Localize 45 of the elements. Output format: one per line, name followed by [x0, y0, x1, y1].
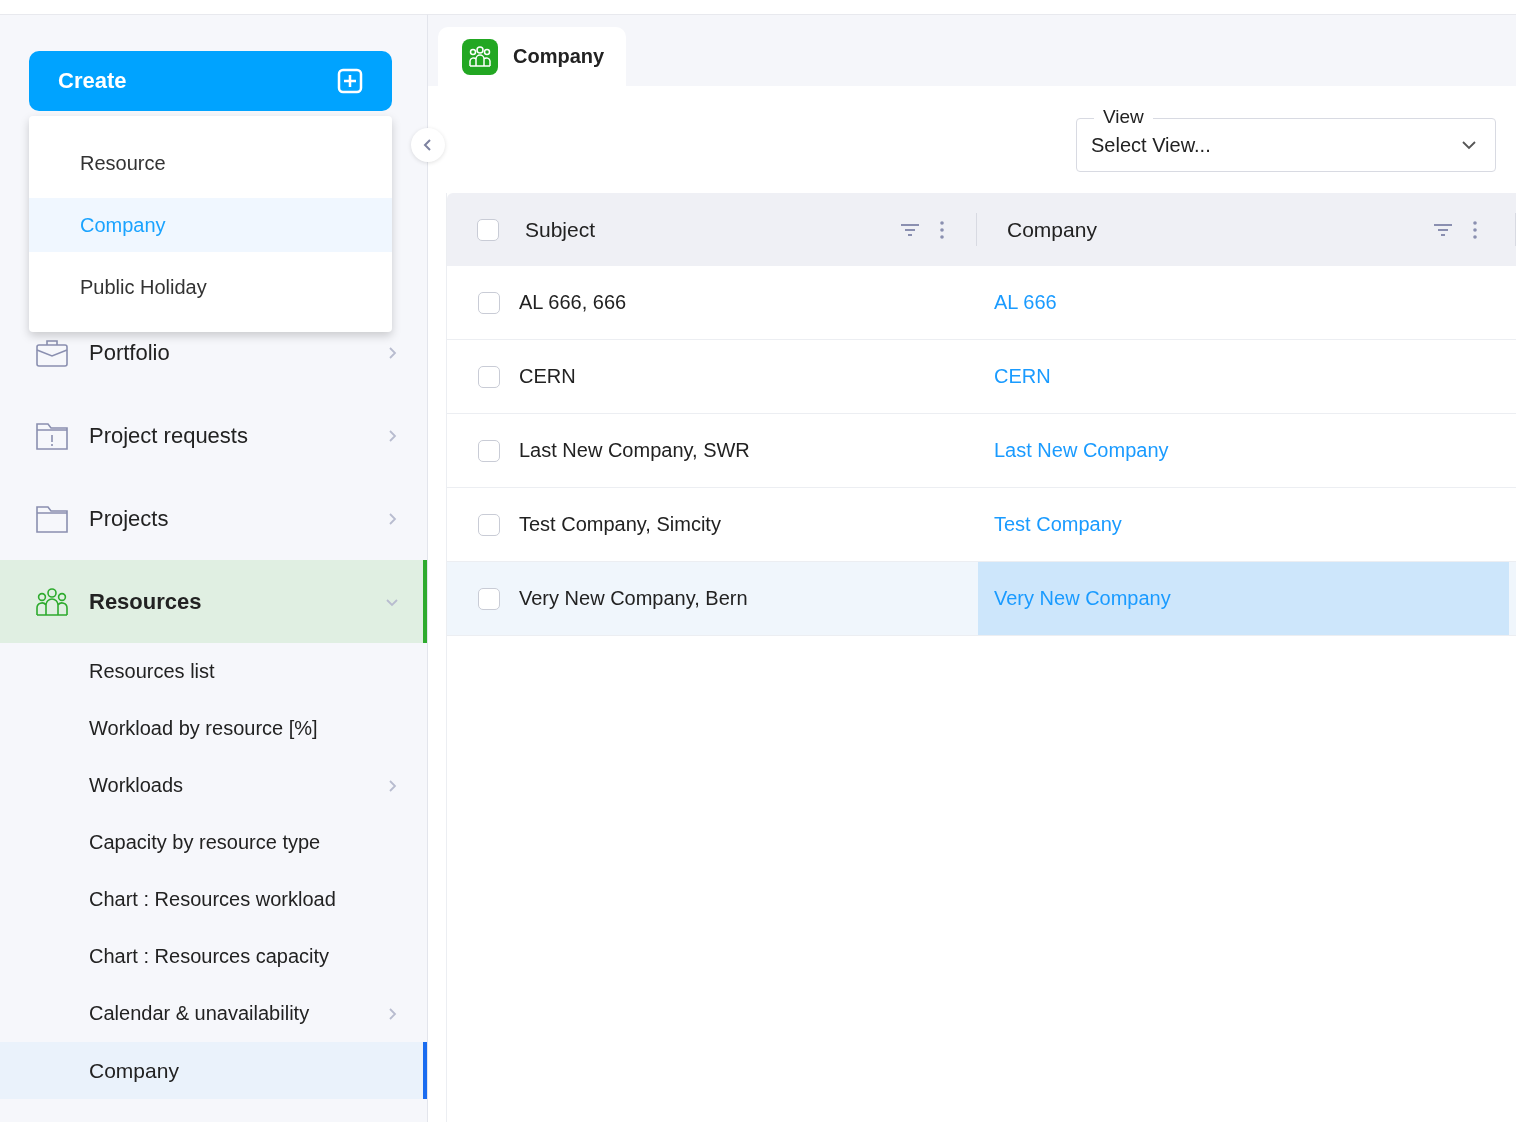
more-icon[interactable] [1473, 220, 1477, 239]
filter-icon[interactable] [900, 222, 920, 237]
nav-item[interactable]: Projects [0, 477, 427, 560]
menu-item[interactable]: Resource [29, 136, 392, 190]
nav-item[interactable]: Portfolio [0, 311, 427, 394]
tab[interactable]: Company [438, 27, 626, 86]
table-cell: CERN [519, 365, 576, 388]
folder-alert-icon [36, 421, 68, 450]
table-row[interactable]: Very New Company, Bern Very New Company [447, 562, 1516, 636]
table-cell: AL 666, 666 [519, 291, 627, 314]
table-cell: Very New Company, Bern [519, 587, 748, 610]
more-icon[interactable] [940, 220, 944, 239]
table-cell: Test Company, Simcity [519, 513, 721, 536]
table-row[interactable]: CERN CERN [447, 340, 1516, 414]
submenu-item[interactable]: Company [0, 1042, 427, 1099]
people-icon [462, 38, 498, 75]
briefcase-icon [36, 338, 68, 367]
menu-item[interactable]: Public Holiday [29, 260, 392, 314]
nav-item[interactable]: Resources [0, 560, 427, 643]
submenu-item[interactable]: Resources list [0, 643, 427, 700]
checkbox[interactable] [477, 218, 499, 241]
chevron-down-icon [1461, 140, 1477, 150]
collapse-button[interactable] [411, 128, 445, 162]
table-row[interactable]: Last New Company, SWR Last New Company [447, 414, 1516, 488]
checkbox[interactable] [478, 439, 500, 462]
submenu-item[interactable]: Calendar & unavailability [0, 985, 427, 1042]
submenu-item[interactable]: Workload by resource [%] [0, 700, 427, 757]
people-icon [36, 587, 68, 616]
plus-icon [337, 68, 363, 94]
submenu-item[interactable]: Capacity by resource type [0, 814, 427, 871]
table-row[interactable]: AL 666, 666 AL 666 [447, 266, 1516, 340]
column-header[interactable]: Company [1007, 217, 1433, 242]
submenu-item[interactable]: Chart : Resources workload [0, 871, 427, 928]
chevron-left-icon [422, 138, 434, 152]
filter-icon[interactable] [1433, 222, 1453, 237]
submenu-item[interactable]: Workloads [0, 757, 427, 814]
submenu-item[interactable]: Chart : Resources capacity [0, 928, 427, 985]
checkbox[interactable] [478, 291, 500, 314]
checkbox[interactable] [478, 365, 500, 388]
nav-item[interactable]: Project requests [0, 394, 427, 477]
checkbox[interactable] [478, 513, 500, 536]
table-cell: Last New Company, SWR [519, 439, 750, 462]
column-header[interactable]: Subject [525, 217, 900, 242]
checkbox[interactable] [478, 587, 500, 610]
folder-icon [36, 504, 68, 533]
